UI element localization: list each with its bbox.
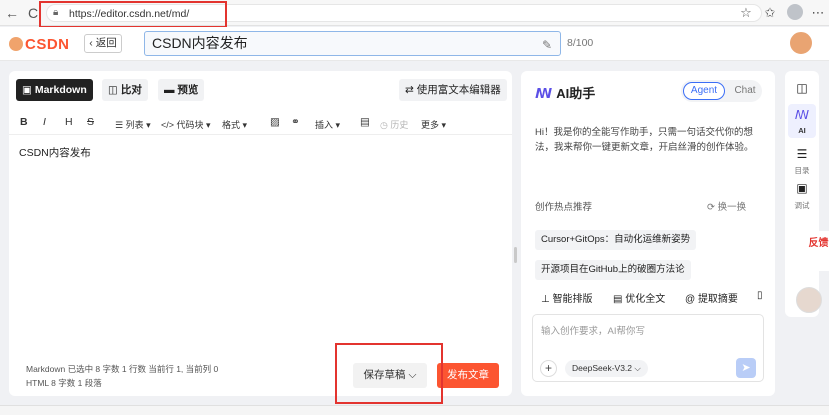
toc-icon[interactable]: ☰: [785, 147, 819, 161]
publish-button[interactable]: 发布文章: [437, 363, 499, 388]
status-markdown: Markdown 已选中 8 字数 1 行数 当前行 1, 当前列 0: [26, 364, 219, 374]
csdn-logo[interactable]: CSDN: [9, 36, 70, 53]
hot-topic[interactable]: Cursor+GitOps：自动化运维新姿势: [535, 230, 697, 250]
save-icon[interactable]: ▤: [360, 116, 370, 128]
ai-title-text: AI助手: [556, 86, 596, 101]
back-arrow-icon[interactable]: ←: [3, 4, 21, 22]
user-avatar[interactable]: [789, 31, 813, 55]
rail-toc-label: 目录: [794, 166, 810, 175]
profile-avatar[interactable]: [787, 4, 803, 20]
optimize-label: 优化全文: [625, 294, 666, 305]
draft-highlight-box: [335, 343, 443, 404]
summary-button[interactable]: @ 提取摘要: [685, 290, 738, 305]
code-label: 代码块: [176, 120, 204, 130]
more-label: 更多: [421, 120, 440, 130]
hot-topics-label: 创作热点推荐: [535, 202, 593, 213]
favorites-icon[interactable]: ✩: [761, 4, 779, 22]
debug-icon[interactable]: ▣: [785, 181, 819, 195]
more-actions-icon[interactable]: ▯: [757, 290, 763, 301]
history-button[interactable]: ◷ 历史: [380, 118, 408, 131]
link-icon[interactable]: ⚭: [291, 116, 300, 128]
panel-toggle-icon[interactable]: ◫: [785, 81, 819, 95]
ai-assistant-panel: ꟿ AI助手 Agent Chat Hi！我是你的全能写作助手，只需一句话交代你的…: [521, 71, 775, 396]
tab-markdown-label: Markdown: [34, 84, 87, 96]
tab-compare[interactable]: ◫ 比对: [102, 79, 148, 101]
format-label: 格式: [222, 120, 241, 130]
back-button[interactable]: ‹ 返回: [84, 34, 122, 53]
tab-preview[interactable]: ▬ 预览: [158, 79, 205, 101]
ai-intro: Hi！我是你的全能写作助手，只需一句话交代你的想法，我来帮你一键更新文章，开启丝…: [535, 127, 754, 153]
editor-header: CSDN ‹ 返回 CSDN内容发布 ✎ 8/100: [0, 27, 829, 61]
italic-button[interactable]: I: [43, 116, 46, 128]
ai-rail-icon[interactable]: ꟿ: [785, 108, 819, 122]
feedback-tab[interactable]: 反馈: [808, 231, 829, 271]
mode-switch: Agent Chat: [681, 80, 762, 102]
bold-button[interactable]: B: [20, 116, 28, 128]
list-label: 列表: [125, 120, 144, 130]
magic-wand-icon[interactable]: ✎: [542, 34, 552, 57]
refresh-topics-button[interactable]: ⟳ 换一换: [707, 199, 746, 213]
right-rail: ◫ ꟿ AI ☰ 目录 ▣ 调试: [785, 71, 819, 317]
image-icon[interactable]: ▨: [270, 116, 280, 128]
hot-topic[interactable]: 开源项目在GitHub上的破圈方法论: [535, 260, 691, 280]
insert-label: 插入: [315, 120, 334, 130]
history-label: 历史: [390, 120, 409, 130]
star-icon[interactable]: ☆: [737, 4, 755, 22]
format-menu[interactable]: 格式 ▾: [222, 118, 247, 131]
insert-menu[interactable]: 插入 ▾: [315, 118, 340, 131]
rich-editor-button[interactable]: ⇄ 使用富文本编辑器: [399, 79, 507, 101]
smart-layout-button[interactable]: ⊥ 智能排版: [541, 290, 593, 305]
bottom-strip: [0, 405, 829, 415]
tab-preview-label: 预览: [177, 84, 199, 96]
tab-compare-label: 比对: [120, 84, 142, 96]
smart-layout-label: 智能排版: [552, 294, 593, 305]
mode-agent[interactable]: Agent: [683, 82, 725, 100]
list-menu[interactable]: ☰ 列表 ▾: [115, 118, 151, 131]
back-label: 返回: [95, 37, 117, 49]
toolbar-divider: [9, 134, 512, 135]
model-label: DeepSeek-V3.2: [572, 363, 633, 373]
rich-editor-label: 使用富文本编辑器: [416, 84, 501, 96]
optimize-button[interactable]: ▤ 优化全文: [613, 290, 665, 305]
logo-face-icon: [9, 37, 23, 51]
code-menu[interactable]: </> 代码块 ▾: [161, 118, 211, 131]
more-menu[interactable]: 更多 ▾: [421, 118, 446, 131]
assistant-avatar[interactable]: [796, 287, 822, 313]
mode-chat[interactable]: Chat: [729, 82, 761, 100]
add-attachment-button[interactable]: +: [540, 360, 557, 377]
prompt-placeholder: 输入创作要求，AI帮你写: [541, 326, 645, 337]
rail-ai-label: AI: [798, 126, 806, 135]
ai-title: ꟿ AI助手: [535, 83, 595, 102]
title-counter: 8/100: [567, 37, 594, 49]
title-value: CSDN内容发布: [152, 35, 248, 51]
heading-button[interactable]: H: [65, 116, 73, 128]
title-input[interactable]: CSDN内容发布 ✎: [144, 31, 561, 56]
send-button[interactable]: ➤: [736, 358, 756, 378]
editor-content[interactable]: CSDN内容发布: [19, 145, 91, 160]
strike-button[interactable]: S: [87, 116, 94, 128]
logo-text: CSDN: [25, 36, 70, 53]
summary-label: 提取摘要: [697, 294, 738, 305]
panel-resize-handle[interactable]: [514, 247, 517, 263]
tab-markdown[interactable]: ▣ Markdown: [16, 79, 93, 101]
ai-logo-icon: ꟿ: [535, 86, 553, 101]
model-select[interactable]: DeepSeek-V3.2 ⌵: [565, 360, 648, 377]
refresh-label: 换一换: [717, 202, 747, 213]
url-highlight-box: [39, 1, 227, 28]
rail-debug-label: 调试: [794, 201, 810, 210]
prompt-input[interactable]: 输入创作要求，AI帮你写 + DeepSeek-V3.2 ⌵ ➤: [532, 314, 764, 382]
more-icon[interactable]: ⋯: [809, 4, 827, 22]
status-html: HTML 8 字数 1 段落: [26, 378, 102, 388]
